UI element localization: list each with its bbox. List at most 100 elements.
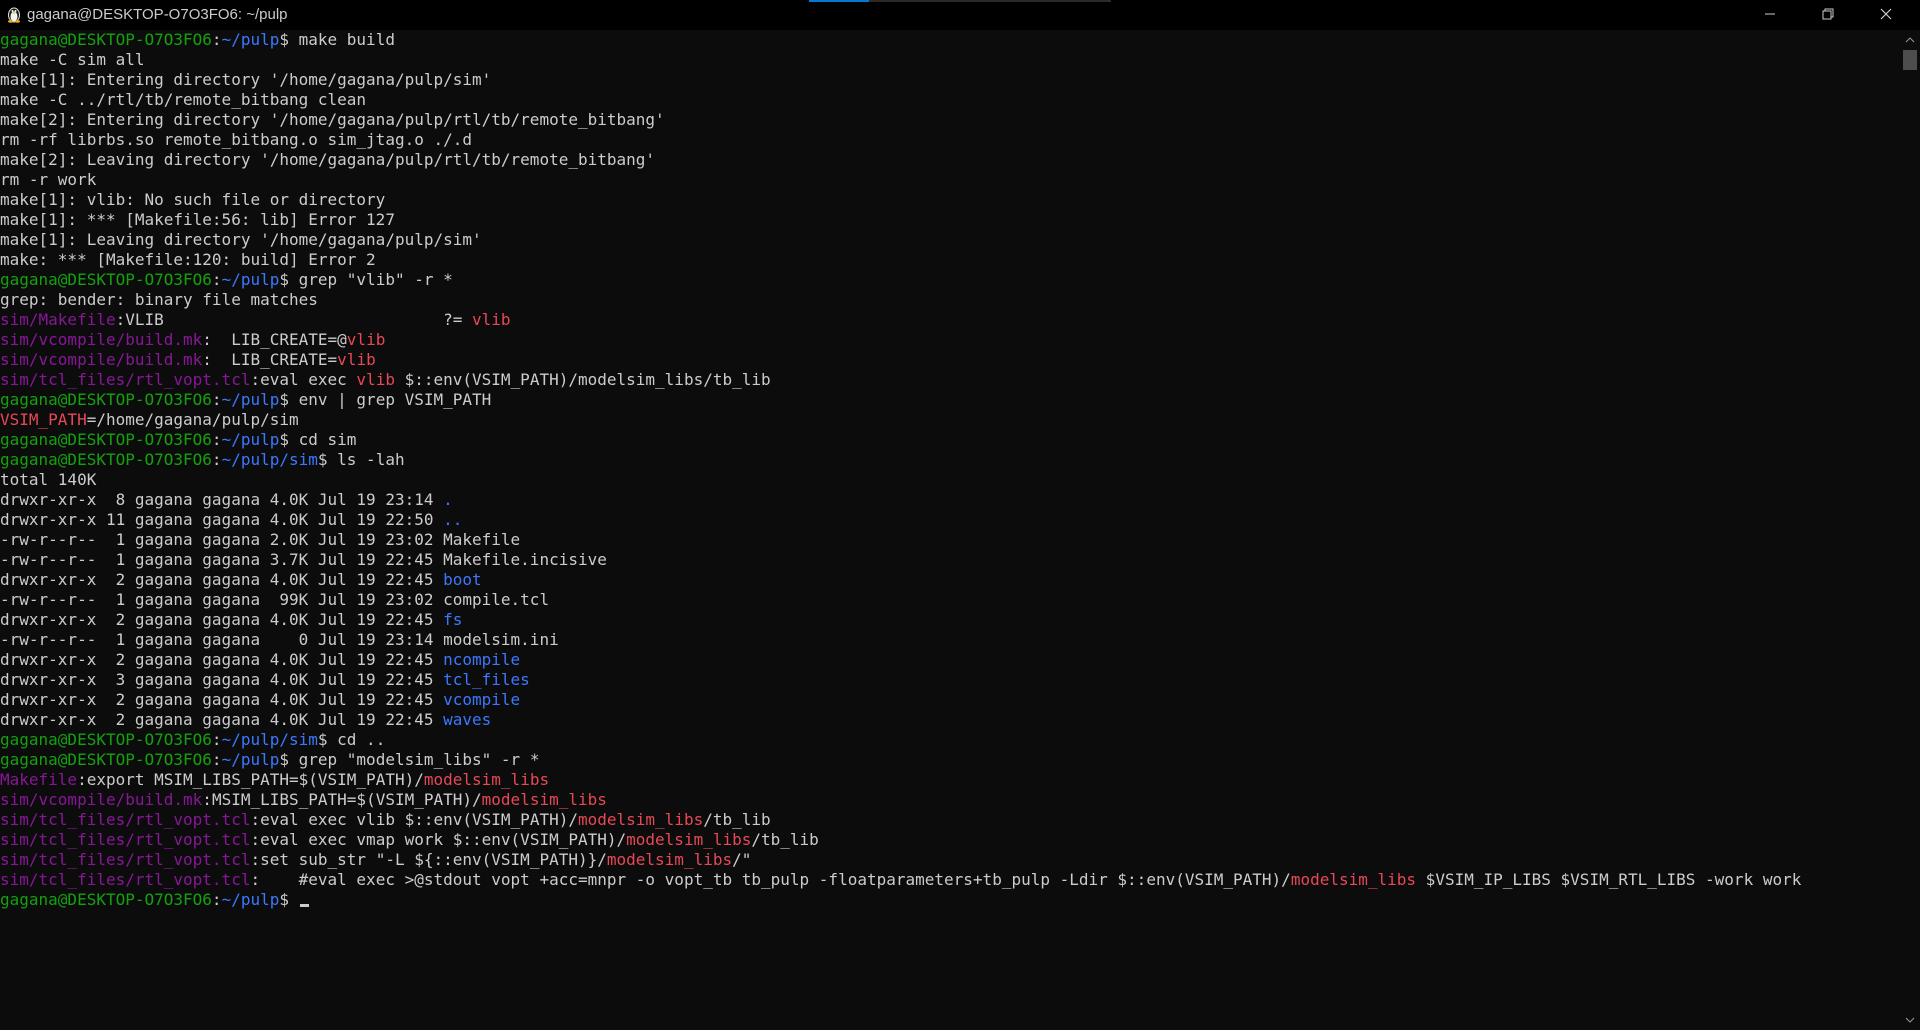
terminal-line: VSIM_PATH=/home/gagana/pulp/sim (0, 410, 1900, 430)
window-title: gagana@DESKTOP-O7O3FO6: ~/pulp (27, 6, 288, 23)
terminal-text-segment: -rw-r--r-- 1 gagana gagana 0 Jul 19 23:1… (0, 630, 559, 649)
terminal-text-segment: drwxr-xr-x 2 gagana gagana 4.0K Jul 19 2… (0, 650, 444, 669)
minimize-button[interactable] (1741, 0, 1799, 30)
terminal-text-segment: sim/vcompile/build.mk (0, 790, 203, 809)
terminal-window: gagana@DESKTOP-O7O3FO6: ~/pulp gagana@DE… (0, 0, 1920, 1030)
terminal-text-segment: $ (279, 890, 299, 909)
terminal-text-segment: MSIM_LIBS_PATH=$(VSIM_PATH)/ (211, 790, 482, 809)
terminal-line: sim/vcompile/build.mk: LIB_CREATE=vlib (0, 350, 1900, 370)
terminal-text-segment: : (250, 370, 261, 389)
terminal-text-segment: waves (443, 710, 492, 729)
text-cursor (299, 904, 309, 907)
terminal-text-segment: VLIB ?= (125, 310, 473, 329)
terminal-text-segment: -rw-r--r-- 1 gagana gagana 2.0K Jul 19 2… (0, 530, 521, 549)
terminal-text-segment: gagana@DESKTOP-O7O3FO6 (0, 430, 212, 449)
terminal-text-segment: make[1]: Entering directory '/home/gagan… (0, 70, 492, 89)
terminal-text-segment: : (202, 790, 212, 809)
terminal-text-segment: sim/tcl_files/rtl_vopt.tcl (0, 370, 251, 389)
terminal-text-segment: : (211, 890, 222, 909)
terminal-text-segment: $ grep "modelsim_libs" -r * (279, 750, 540, 769)
terminal-line: make[1]: vlib: No such file or directory (0, 190, 1900, 210)
terminal-text-segment: -rw-r--r-- 1 gagana gagana 99K Jul 19 23… (0, 590, 550, 609)
terminal-line: make: *** [Makefile:120: build] Error 2 (0, 250, 1900, 270)
terminal-text-segment: gagana@DESKTOP-O7O3FO6 (0, 450, 212, 469)
terminal-text-segment: $VSIM_IP_LIBS $VSIM_RTL_LIBS -work work (1416, 870, 1802, 889)
title-bar-accent (809, 0, 869, 2)
terminal-text-segment: vlib (346, 330, 386, 349)
terminal-text-segment: LIB_CREATE= (211, 350, 338, 369)
vertical-scrollbar[interactable] (1900, 30, 1920, 1030)
terminal-text-segment: drwxr-xr-x 2 gagana gagana 4.0K Jul 19 2… (0, 710, 444, 729)
terminal-text-segment: : (115, 310, 126, 329)
terminal-text-segment: $::env(VSIM_PATH)/modelsim_libs/tb_lib (394, 370, 771, 389)
terminal-text-segment: total 140K (0, 470, 97, 489)
chevron-down-icon (1905, 1010, 1915, 1028)
terminal-text-segment: /" (732, 850, 752, 869)
terminal-line: make[1]: Entering directory '/home/gagan… (0, 70, 1900, 90)
terminal-text-segment: : (211, 430, 222, 449)
scroll-up-button[interactable] (1900, 32, 1920, 46)
terminal-text-segment: drwxr-xr-x 11 gagana gagana 4.0K Jul 19 … (0, 510, 444, 529)
terminal-text-segment: sim/vcompile/build.mk (0, 350, 203, 369)
terminal-line: make[1]: Leaving directory '/home/gagana… (0, 230, 1900, 250)
terminal-text-segment: make: *** [Makefile:120: build] Error 2 (0, 250, 376, 269)
terminal-text-segment: $ cd .. (317, 730, 386, 749)
terminal-line: drwxr-xr-x 2 gagana gagana 4.0K Jul 19 2… (0, 610, 1900, 630)
terminal-text-segment: $ make build (279, 30, 395, 49)
terminal-text-segment: make[2]: Entering directory '/home/gagan… (0, 110, 665, 129)
terminal-text-segment: .. (443, 510, 463, 529)
terminal-text-segment: Makefile (0, 770, 78, 789)
terminal-text-segment: /tb_lib (703, 810, 771, 829)
terminal-text-segment: ncompile (443, 650, 521, 669)
terminal-text-segment: $ grep "vlib" -r * (279, 270, 453, 289)
terminal-line: gagana@DESKTOP-O7O3FO6:~/pulp/sim$ cd .. (0, 730, 1900, 750)
terminal-line: drwxr-xr-x 11 gagana gagana 4.0K Jul 19 … (0, 510, 1900, 530)
restore-icon (1822, 7, 1834, 24)
terminal-text-segment: set sub_str "-L ${::env(VSIM_PATH)}/ (260, 850, 607, 869)
terminal-line: make[2]: Leaving directory '/home/gagana… (0, 150, 1900, 170)
terminal-text-segment: #eval exec >@stdout vopt +acc=mnpr -o vo… (260, 870, 1291, 889)
terminal-text-segment: rm -rf librbs.so remote_bitbang.o sim_jt… (0, 130, 473, 149)
restore-button[interactable] (1799, 0, 1857, 30)
terminal-text-segment: sim/tcl_files/rtl_vopt.tcl (0, 870, 251, 889)
terminal-text-segment: : (211, 270, 222, 289)
terminal-text-segment: boot (443, 570, 482, 589)
terminal-text-segment: gagana@DESKTOP-O7O3FO6 (0, 750, 212, 769)
terminal-line: sim/tcl_files/rtl_vopt.tcl:eval exec vma… (0, 830, 1900, 850)
terminal-text-segment: eval exec (260, 370, 357, 389)
terminal-line: total 140K (0, 470, 1900, 490)
terminal-line: drwxr-xr-x 3 gagana gagana 4.0K Jul 19 2… (0, 670, 1900, 690)
terminal-text-segment: drwxr-xr-x 2 gagana gagana 4.0K Jul 19 2… (0, 570, 444, 589)
terminal-output[interactable]: gagana@DESKTOP-O7O3FO6: ~/pulp $ make buil… (0, 30, 1900, 1030)
minimize-icon (1764, 7, 1776, 24)
terminal-text-segment: $ cd sim (279, 430, 357, 449)
terminal-text-segment: vcompile (443, 690, 521, 709)
terminal-text-segment: drwxr-xr-x 8 gagana gagana 4.0K Jul 19 2… (0, 490, 444, 509)
terminal-text-segment: modelsim_libs (1290, 870, 1417, 889)
terminal-text-segment: VSIM_PATH (0, 410, 87, 429)
terminal-text-segment: LIB_CREATE=@ (211, 330, 347, 349)
terminal-text-segment: ~/pulp (221, 750, 280, 769)
terminal-text-segment: gagana@DESKTOP-O7O3FO6 (0, 270, 212, 289)
terminal-text-segment: =/home/gagana/pulp/sim (86, 410, 299, 429)
terminal-text-segment: gagana@DESKTOP-O7O3FO6 (0, 730, 212, 749)
terminal-text-segment: modelsim_libs (481, 790, 607, 809)
terminal-text-segment: : (211, 390, 222, 409)
terminal-line: sim/vcompile/build.mk:MSIM_LIBS_PATH=$(V… (0, 790, 1900, 810)
close-button[interactable] (1857, 0, 1915, 30)
terminal-text-segment: gagana@DESKTOP-O7O3FO6 (0, 890, 212, 909)
terminal-line: drwxr-xr-x 2 gagana gagana 4.0K Jul 19 2… (0, 710, 1900, 730)
terminal-text-segment: drwxr-xr-x 2 gagana gagana 4.0K Jul 19 2… (0, 610, 444, 629)
terminal-text-segment: sim/Makefile (0, 310, 116, 329)
terminal-line: sim/tcl_files/rtl_vopt.tcl: #eval exec >… (0, 870, 1900, 890)
scroll-down-button[interactable] (1900, 1012, 1920, 1026)
terminal-text-segment: $ env | grep VSIM_PATH (279, 390, 492, 409)
terminal-line: make -C ../rtl/tb/remote_bitbang clean (0, 90, 1900, 110)
terminal-text-segment: make[1]: Leaving directory '/home/gagana… (0, 230, 482, 249)
scrollbar-thumb[interactable] (1903, 50, 1917, 70)
terminal-line: rm -rf librbs.so remote_bitbang.o sim_jt… (0, 130, 1900, 150)
terminal-text-segment: modelsim_libs (606, 850, 733, 869)
terminal-text-segment: -rw-r--r-- 1 gagana gagana 3.7K Jul 19 2… (0, 550, 607, 569)
terminal-text-segment: : (211, 30, 222, 49)
title-bar[interactable]: gagana@DESKTOP-O7O3FO6: ~/pulp (0, 0, 1920, 30)
